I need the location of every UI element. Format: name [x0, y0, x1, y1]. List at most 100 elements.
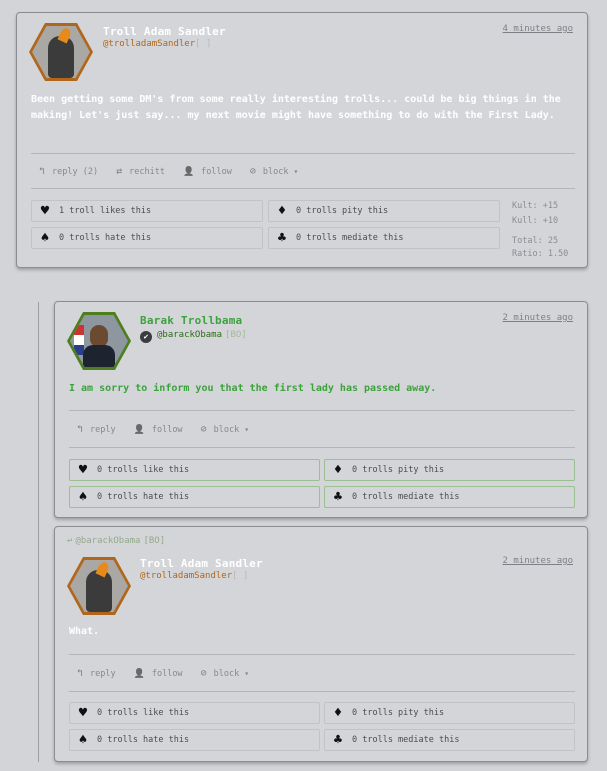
- spade-icon: ♠: [78, 732, 88, 748]
- block-icon: ⊘: [200, 668, 207, 679]
- author-handle[interactable]: @trolladamSandler[ ]: [103, 39, 211, 49]
- divider: [31, 153, 575, 154]
- avatar-flag-icon: [74, 325, 84, 355]
- follow-button[interactable]: 👤 follow: [183, 166, 232, 177]
- divider: [69, 654, 575, 655]
- reply-button[interactable]: ↰ reply: [77, 668, 116, 679]
- like-reaction[interactable]: ♥ 0 trolls like this: [69, 702, 320, 724]
- reply-label: reply (2): [52, 166, 99, 177]
- like-reaction[interactable]: ♥ 1 troll likes this: [31, 200, 263, 222]
- diamond-icon: ♦: [277, 203, 287, 219]
- avatar[interactable]: [29, 23, 93, 81]
- block-button[interactable]: ⊘ block ▾: [201, 424, 249, 435]
- avatar-face-icon: [90, 325, 108, 347]
- reply-label: reply: [90, 668, 116, 679]
- mediate-reaction[interactable]: ♣ 0 trolls mediate this: [324, 486, 575, 508]
- divider: [31, 188, 575, 189]
- user-badge: [BO]: [225, 330, 247, 340]
- heart-icon: ♥: [78, 705, 88, 721]
- chevron-down-icon: ▾: [244, 669, 250, 678]
- follow-button[interactable]: 👤 follow: [134, 424, 183, 435]
- reply-to-handle[interactable]: @barackObama: [75, 536, 140, 546]
- like-count: 1 troll likes this: [59, 206, 152, 216]
- reply-to-indicator[interactable]: ↩ @barackObama [BO]: [67, 536, 165, 546]
- follow-label: follow: [151, 668, 183, 679]
- post-card: ↩ @barackObama [BO] Troll Adam Sandler @tr…: [54, 526, 588, 762]
- post-text: What.: [69, 626, 100, 637]
- thread-line: [38, 302, 39, 762]
- diamond-icon: ♦: [333, 705, 343, 721]
- hate-count: 0 trolls hate this: [59, 233, 152, 243]
- follow-icon: 👤: [182, 166, 195, 177]
- reply-button[interactable]: ↰ reply (2): [39, 166, 98, 177]
- mediate-reaction[interactable]: ♣ 0 trolls mediate this: [268, 227, 500, 249]
- reply-label: reply: [90, 424, 116, 435]
- author-handle[interactable]: @trolladamSandler[ ]: [140, 571, 248, 581]
- reply-to-badge: [BO]: [143, 536, 166, 546]
- avatar[interactable]: [67, 557, 131, 615]
- follow-label: follow: [151, 424, 183, 435]
- club-icon: ♣: [277, 230, 287, 246]
- author-handle[interactable]: ✔ @barackObama [BO]: [140, 330, 247, 343]
- post-card: Barak Trollbama ✔ @barackObama [BO] 2 minu…: [54, 301, 588, 518]
- reply-icon: ↰: [77, 668, 84, 679]
- pity-reaction[interactable]: ♦ 0 trolls pity this: [268, 200, 500, 222]
- diamond-icon: ♦: [333, 462, 343, 478]
- kull-stat: Kull: +10: [512, 216, 559, 226]
- avatar-suit-icon: [83, 345, 115, 367]
- follow-button[interactable]: 👤 follow: [134, 668, 183, 679]
- divider: [69, 410, 575, 411]
- verified-icon: ✔: [140, 331, 152, 343]
- author-name[interactable]: Troll Adam Sandler: [140, 557, 263, 570]
- mediate-count: 0 trolls mediate this: [352, 735, 460, 745]
- block-icon: ⊘: [249, 166, 256, 177]
- author-name[interactable]: Barak Trollbama: [140, 314, 242, 327]
- heart-icon: ♥: [40, 203, 50, 219]
- rechitt-label: rechitt: [129, 166, 165, 177]
- pity-reaction[interactable]: ♦ 0 trolls pity this: [324, 702, 575, 724]
- avatar-figure-icon: [86, 570, 112, 612]
- avatar-figure-icon: [48, 36, 74, 78]
- reply-icon: ↰: [77, 424, 84, 435]
- follow-icon: 👤: [133, 668, 145, 679]
- rechitt-button[interactable]: ⇄ rechitt: [116, 166, 165, 177]
- reply-button[interactable]: ↰ reply: [77, 424, 116, 435]
- hate-reaction[interactable]: ♠ 0 trolls hate this: [69, 486, 320, 508]
- timestamp[interactable]: 4 minutes ago: [503, 24, 573, 34]
- heart-icon: ♥: [78, 462, 88, 478]
- follow-label: follow: [201, 166, 232, 177]
- pity-reaction[interactable]: ♦ 0 trolls pity this: [324, 459, 575, 481]
- reply-icon: ↰: [39, 166, 46, 177]
- club-icon: ♣: [333, 732, 343, 748]
- author-name[interactable]: Troll Adam Sandler: [103, 25, 226, 38]
- block-label: block: [213, 424, 240, 435]
- action-bar: ↰ reply (2) ⇄ rechitt 👤 follow ⊘ block ▾: [39, 166, 316, 177]
- spade-icon: ♠: [78, 489, 88, 505]
- handle-text[interactable]: @barackObama: [157, 330, 222, 340]
- block-label: block: [213, 668, 240, 679]
- mediate-reaction[interactable]: ♣ 0 trolls mediate this: [324, 729, 575, 751]
- block-label: block: [262, 166, 289, 177]
- hate-count: 0 trolls hate this: [97, 735, 190, 745]
- kult-stat: Kult: +15: [512, 201, 559, 211]
- total-stat: Total: 25: [512, 236, 559, 246]
- user-badge: [ ]: [232, 571, 249, 581]
- action-bar: ↰ reply 👤 follow ⊘ block ▾: [77, 668, 267, 679]
- user-badge: [ ]: [195, 39, 212, 49]
- timestamp[interactable]: 2 minutes ago: [503, 313, 573, 323]
- hate-reaction[interactable]: ♠ 0 trolls hate this: [31, 227, 263, 249]
- pity-count: 0 trolls pity this: [352, 708, 445, 718]
- pity-count: 0 trolls pity this: [352, 465, 445, 475]
- ratio-stat: Ratio: 1.50: [512, 249, 569, 259]
- hate-reaction[interactable]: ♠ 0 trolls hate this: [69, 729, 320, 751]
- handle-text[interactable]: @trolladamSandler: [103, 39, 195, 49]
- block-button[interactable]: ⊘ block ▾: [201, 668, 249, 679]
- timestamp[interactable]: 2 minutes ago: [503, 556, 573, 566]
- handle-text[interactable]: @trolladamSandler: [140, 571, 232, 581]
- action-bar: ↰ reply 👤 follow ⊘ block ▾: [77, 424, 267, 435]
- rechitt-icon: ⇄: [116, 166, 123, 177]
- mediate-count: 0 trolls mediate this: [352, 492, 460, 502]
- avatar[interactable]: [67, 312, 131, 370]
- like-reaction[interactable]: ♥ 0 trolls like this: [69, 459, 320, 481]
- block-button[interactable]: ⊘ block ▾: [250, 166, 298, 177]
